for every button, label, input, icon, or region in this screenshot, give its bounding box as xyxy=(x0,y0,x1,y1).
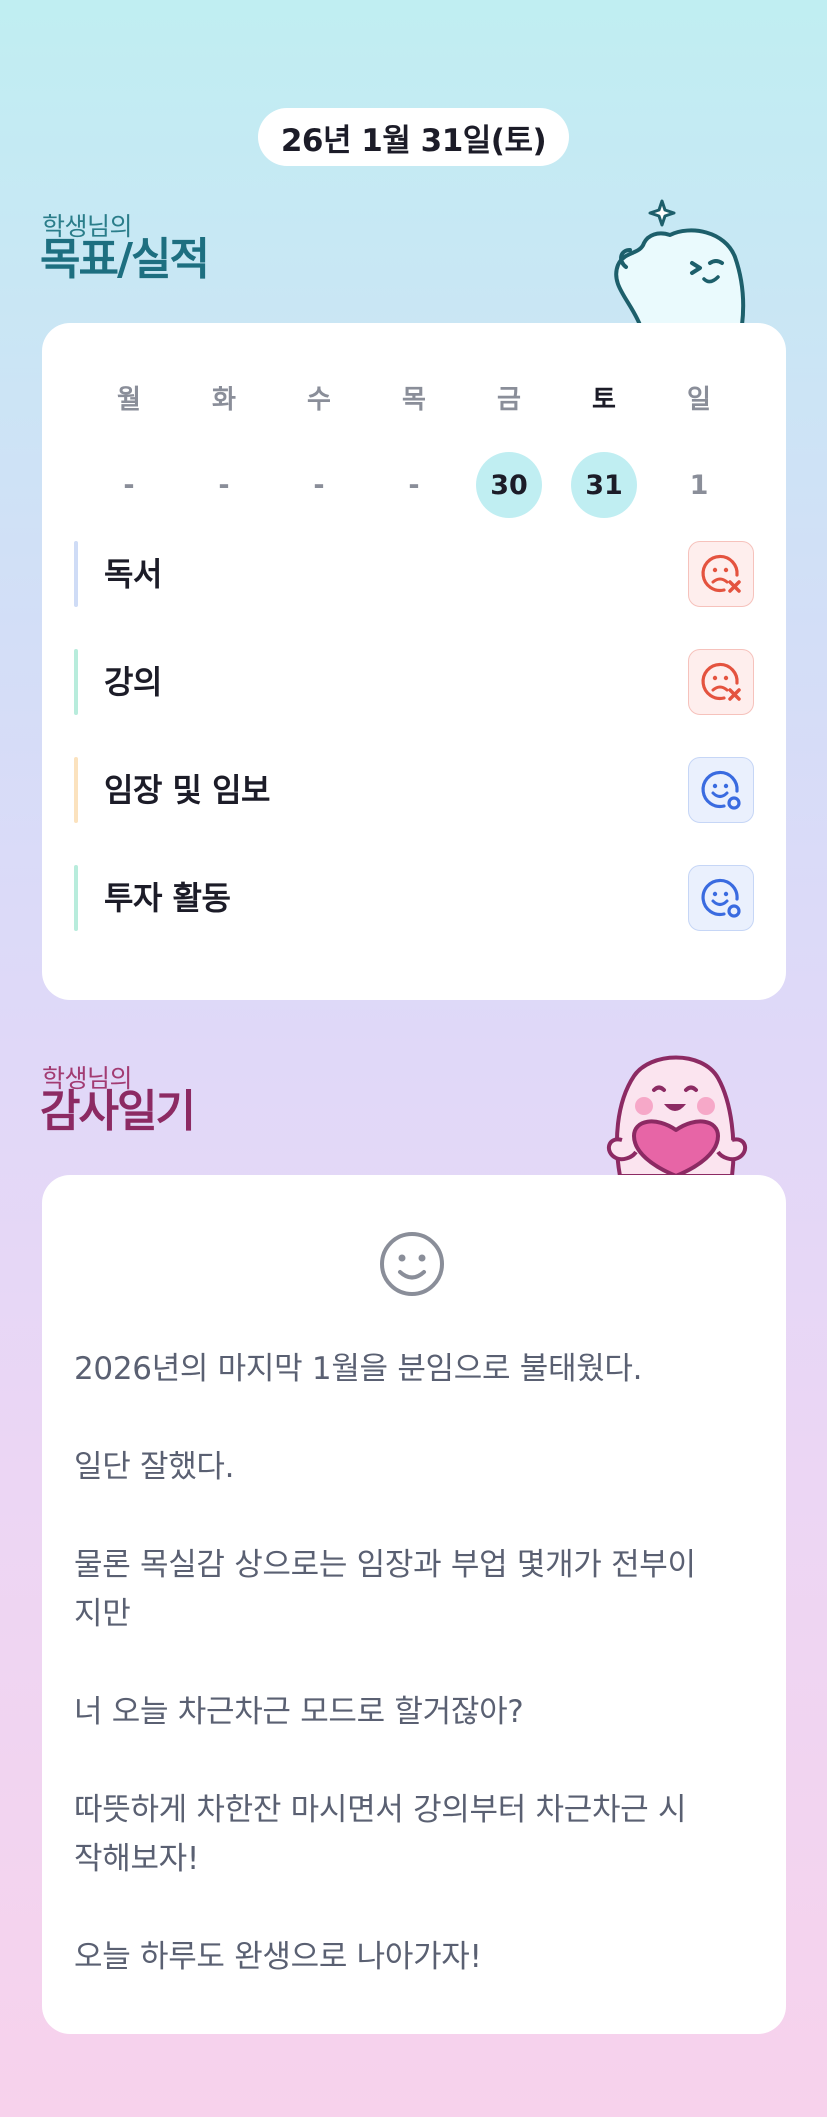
weekday-label: 토 xyxy=(592,385,616,415)
weekday-label: 수 xyxy=(307,385,331,415)
day-number: 1 xyxy=(689,469,709,501)
goal-status-done-button[interactable] xyxy=(688,865,754,931)
goal-row[interactable]: 임장 및 임보 xyxy=(74,757,754,823)
thumbs-up-mascot-illustration xyxy=(614,199,746,325)
smile-face-o-icon xyxy=(701,770,741,810)
sad-face-x-icon xyxy=(701,554,741,593)
goal-label: 임장 및 임보 xyxy=(104,771,270,809)
diary-card: 2026년의 마지막 1월을 분임으로 불태웠다. 일단 잘했다. 물론 목실감… xyxy=(42,1175,786,2034)
day-number: - xyxy=(313,469,325,501)
goal-color-bar xyxy=(74,541,78,607)
day-number: - xyxy=(408,469,420,501)
weekday-label: 화 xyxy=(212,385,236,415)
goal-row[interactable]: 강의 xyxy=(74,649,754,715)
day-number: - xyxy=(123,469,135,501)
week-day[interactable]: 일1 xyxy=(666,383,732,518)
date-pill: 26년 1월 31일(토) xyxy=(258,108,569,166)
goal-row[interactable]: 투자 활동 xyxy=(74,865,754,931)
week-day[interactable]: 토 31 xyxy=(571,383,637,518)
goal-color-bar xyxy=(74,865,78,931)
day-number: 30 xyxy=(476,452,542,518)
diary-section-title: 감사일기 xyxy=(40,1086,196,1137)
weekday-label: 월 xyxy=(117,385,141,415)
week-day[interactable]: 금 30 xyxy=(476,383,542,518)
goal-status-done-button[interactable] xyxy=(688,757,754,823)
goal-row[interactable]: 독서 xyxy=(74,541,754,607)
sad-face-x-icon xyxy=(701,662,741,701)
goal-status-fail-button[interactable] xyxy=(688,649,754,715)
weekday-label: 목 xyxy=(402,385,426,415)
smiley-icon xyxy=(380,1232,444,1296)
week-day[interactable]: 월- xyxy=(96,383,162,518)
goal-label: 독서 xyxy=(104,555,162,593)
diary-text: 2026년의 마지막 1월을 분임으로 불태웠다. 일단 잘했다. 물론 목실감… xyxy=(74,1351,696,1975)
goal-label: 투자 활동 xyxy=(104,879,231,917)
day-number: 31 xyxy=(571,452,637,518)
week-day[interactable]: 수- xyxy=(286,383,352,518)
smile-face-o-icon xyxy=(701,878,741,918)
goals-card: 월 - 화 - 수 - 목 - 금 30 토 31 일 1 독서 강의 임장 및 임보 투자 활동 xyxy=(42,323,786,1000)
week-strip: 월 - 화 - 수 - 목 - 금 30 토 31 일 1 xyxy=(96,383,732,518)
day-number: - xyxy=(218,469,230,501)
goals-section-title: 목표/실적 xyxy=(40,234,210,285)
goal-color-bar xyxy=(74,757,78,823)
week-day[interactable]: 화- xyxy=(191,383,257,518)
weekday-label: 금 xyxy=(497,385,521,415)
weekday-label: 일 xyxy=(687,385,711,415)
goal-label: 강의 xyxy=(104,663,162,701)
goal-color-bar xyxy=(74,649,78,715)
goal-status-fail-button[interactable] xyxy=(688,541,754,607)
heart-mascot-illustration xyxy=(606,1055,748,1176)
week-day[interactable]: 목- xyxy=(381,383,447,518)
